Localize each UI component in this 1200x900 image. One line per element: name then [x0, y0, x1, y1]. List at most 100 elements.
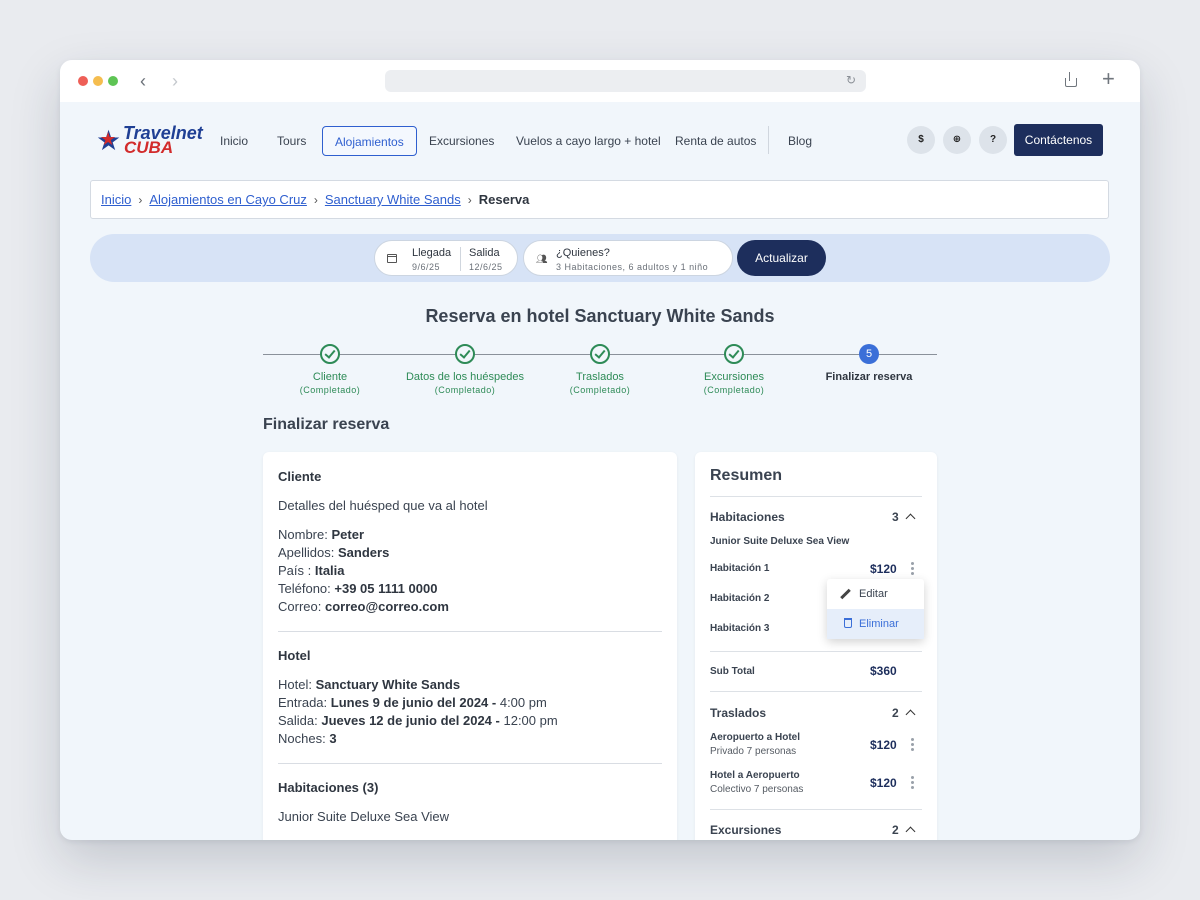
- breadcrumb: Inicio › Alojamientos en Cayo Cruz › Sanctua…: [90, 180, 1109, 219]
- departure-label: Salida: [469, 247, 500, 259]
- page-title: Reserva en hotel Sanctuary White Sands: [425, 306, 775, 326]
- client-title: Cliente: [278, 469, 322, 484]
- update-button[interactable]: Actualizar: [737, 240, 826, 276]
- step-traslados[interactable]: Traslados (Completado): [530, 344, 670, 396]
- transfers-count: 2: [892, 706, 899, 720]
- step-excursiones[interactable]: Excursiones (Completado): [664, 344, 804, 396]
- chevron-right-icon: ›: [138, 193, 143, 207]
- summary-room-type: Junior Suite Deluxe Sea View: [710, 536, 850, 547]
- room-item: Habitación 3: [710, 623, 770, 634]
- client-surname: Apellidos: Sanders: [278, 545, 390, 560]
- chevron-up-icon[interactable]: [905, 826, 916, 837]
- room-options-menu: Editar Eliminar: [827, 579, 924, 639]
- arrival-field[interactable]: Llegada 9/6/25: [412, 247, 451, 273]
- step-label: Finalizar reserva: [825, 371, 913, 383]
- excursions-count: 2: [892, 823, 899, 837]
- breadcrumb-alojamientos[interactable]: Alojamientos en Cayo Cruz: [149, 192, 307, 207]
- step-label: Traslados: [576, 371, 624, 383]
- close-window-button[interactable]: [78, 76, 88, 86]
- reload-icon[interactable]: ↻: [846, 73, 856, 87]
- check-icon: [455, 344, 475, 364]
- room-item: Habitación 2: [710, 593, 770, 604]
- nav-tours[interactable]: Tours: [277, 126, 306, 156]
- nav-alojamientos[interactable]: Alojamientos: [322, 126, 417, 156]
- step-status: (Completado): [703, 385, 765, 395]
- breadcrumb-current: Reserva: [478, 192, 530, 207]
- client-country: País : Italia: [278, 563, 345, 578]
- maximize-window-button[interactable]: [108, 76, 118, 86]
- nav-excursiones[interactable]: Excursiones: [429, 126, 494, 156]
- rooms-count: 3: [892, 510, 899, 524]
- logo-subtext: CUBA: [124, 138, 174, 157]
- date-picker[interactable]: Llegada 9/6/25 Salida 12/6/25: [374, 240, 518, 276]
- currency-button[interactable]: $: [907, 126, 935, 154]
- subtotal-label: Sub Total: [710, 666, 755, 677]
- minimize-window-button[interactable]: [93, 76, 103, 86]
- nav-inicio[interactable]: Inicio: [220, 126, 248, 156]
- more-options-icon[interactable]: [911, 776, 914, 791]
- check-icon: [724, 344, 744, 364]
- divider: [710, 651, 922, 652]
- transfers-section-header[interactable]: Traslados: [710, 706, 766, 720]
- transfer-item: Aeropuerto a Hotel Privado 7 personas: [710, 732, 801, 757]
- chevron-right-icon[interactable]: ›: [172, 71, 178, 91]
- client-email: Correo: correo@correo.com: [278, 599, 449, 614]
- breadcrumb-inicio[interactable]: Inicio: [101, 192, 131, 207]
- step-cliente[interactable]: Cliente (Completado): [260, 344, 400, 396]
- chevron-up-icon[interactable]: [905, 709, 916, 720]
- breadcrumb-hotel[interactable]: Sanctuary White Sands: [325, 192, 461, 207]
- rooms-title: Habitaciones (3): [278, 780, 379, 795]
- menu-divider: [768, 126, 769, 154]
- chevron-up-icon[interactable]: [905, 513, 916, 524]
- room-item: Habitación 1: [710, 563, 770, 574]
- chevron-left-icon[interactable]: ‹: [140, 71, 146, 91]
- step-finalizar: 5 Finalizar reserva: [799, 344, 939, 384]
- nav-renta-autos[interactable]: Renta de autos: [675, 126, 756, 156]
- step-status: (Completado): [299, 385, 361, 395]
- step-label: Excursiones: [704, 371, 764, 383]
- people-icon: 👥︎: [536, 254, 548, 264]
- more-options-icon[interactable]: [911, 738, 914, 753]
- edit-menu-item[interactable]: Editar: [827, 579, 924, 609]
- site-header: ★ ★ Travelnet CUBA Inicio Tours Alojamie…: [60, 102, 1140, 172]
- guests-selector[interactable]: 👥︎ ¿Quienes? 3 Habitaciones, 6 adultos y…: [523, 240, 733, 276]
- guests-label: ¿Quienes?: [556, 247, 610, 259]
- hotel-name: Hotel: Sanctuary White Sands: [278, 677, 461, 692]
- hotel-checkout: Salida: Jueves 12 de junio del 2024 - 12…: [278, 713, 558, 728]
- rooms-section-header[interactable]: Habitaciones: [710, 510, 785, 524]
- check-icon: [590, 344, 610, 364]
- booking-details-card: Cliente Detalles del huésped que va al h…: [263, 452, 677, 840]
- address-bar[interactable]: ↻: [385, 70, 866, 92]
- divider: [710, 691, 922, 692]
- departure-field[interactable]: Salida 12/6/25: [469, 247, 503, 273]
- room-type: Junior Suite Deluxe Sea View: [278, 809, 450, 824]
- step-label: Datos de los huéspedes: [405, 371, 525, 383]
- nav-blog[interactable]: Blog: [788, 126, 812, 156]
- nav-vuelos[interactable]: Vuelos a cayo largo + hotel: [516, 126, 661, 156]
- more-options-icon[interactable]: [911, 562, 914, 577]
- chevron-right-icon: ›: [313, 193, 318, 207]
- client-phone: Teléfono: +39 05 1111 0000: [278, 581, 438, 596]
- hotel-title: Hotel: [278, 648, 311, 663]
- transfer-price: $120: [870, 738, 897, 752]
- share-icon[interactable]: [1064, 72, 1078, 88]
- travelnet-logo[interactable]: ★ ★ Travelnet CUBA: [96, 124, 203, 157]
- help-icon[interactable]: ?: [979, 126, 1007, 154]
- hotel-nights: Noches: 3: [278, 731, 337, 746]
- excursions-section-header[interactable]: Excursiones: [710, 823, 781, 837]
- section-title: Finalizar reserva: [263, 416, 390, 433]
- summary-title: Resumen: [710, 467, 783, 484]
- contact-button[interactable]: Contáctenos: [1014, 124, 1103, 156]
- browser-window: ‹ › ↻ + ★ ★ Travelnet CUBA Inicio Tours …: [60, 60, 1140, 840]
- globe-icon[interactable]: ⊕: [943, 126, 971, 154]
- pencil-icon: [840, 588, 851, 600]
- date-divider: [460, 247, 461, 271]
- step-datos-huespedes[interactable]: Datos de los huéspedes (Completado): [395, 344, 535, 396]
- divider: [710, 496, 922, 497]
- arrival-label: Llegada: [412, 247, 452, 259]
- delete-menu-item[interactable]: Eliminar: [827, 609, 924, 639]
- step-label: Cliente: [312, 371, 348, 383]
- step-status: (Completado): [569, 385, 631, 395]
- divider: [278, 631, 662, 632]
- plus-icon[interactable]: +: [1102, 68, 1115, 90]
